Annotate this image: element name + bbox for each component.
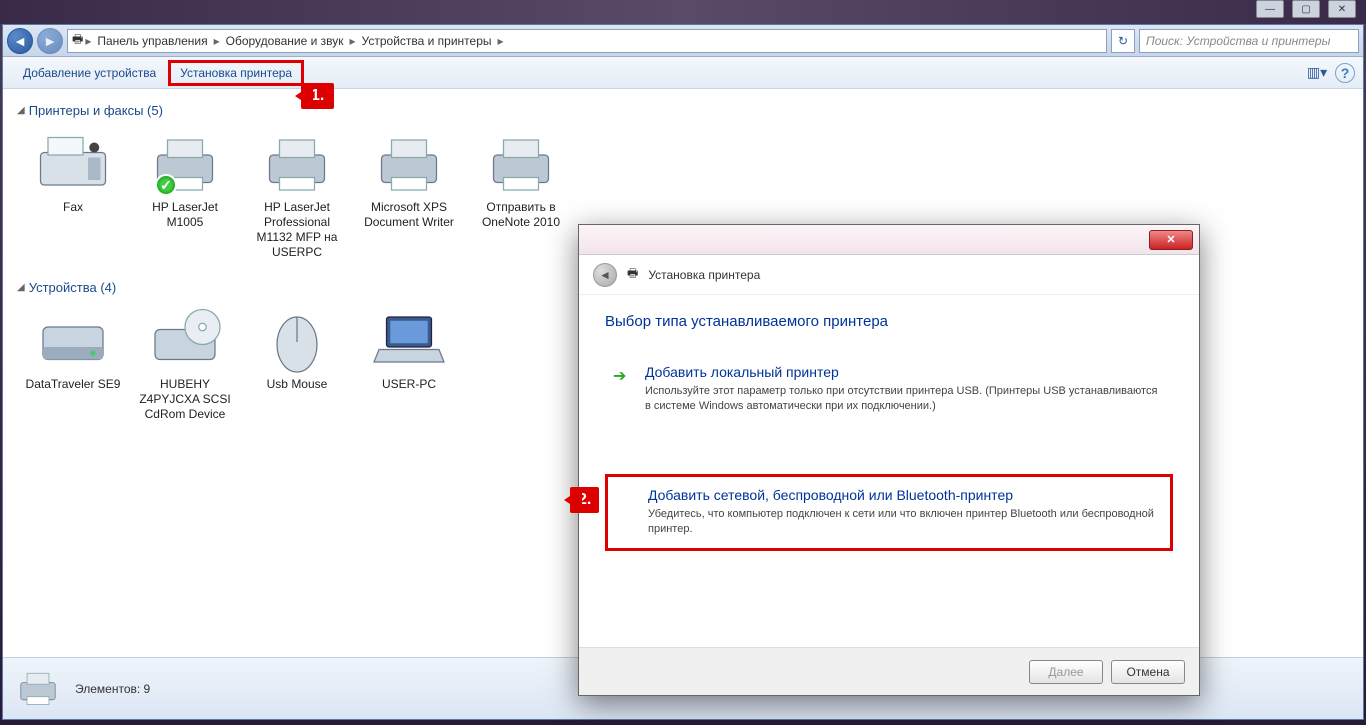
option-title: Добавить сетевой, беспроводной или Bluet… bbox=[648, 487, 1158, 503]
minimize-button[interactable]: — bbox=[1256, 0, 1284, 18]
device-item[interactable]: USER-PC bbox=[353, 305, 465, 426]
group-header-printers[interactable]: ◢ Принтеры и факсы (5) bbox=[7, 97, 1359, 124]
device-label: HUBEHY Z4PYJCXA SCSI CdRom Device bbox=[133, 377, 237, 422]
callout-label-1: 1. bbox=[301, 83, 334, 109]
device-item[interactable]: Отправить в OneNote 2010 bbox=[465, 128, 577, 264]
maximize-button[interactable]: ▢ bbox=[1292, 0, 1320, 18]
search-input[interactable]: Поиск: Устройства и принтеры bbox=[1139, 29, 1359, 53]
option-title: Добавить локальный принтер bbox=[645, 364, 1161, 380]
mouse-icon bbox=[257, 309, 337, 373]
device-item[interactable]: HUBEHY Z4PYJCXA SCSI CdRom Device bbox=[129, 305, 241, 426]
dialog-footer: Далее Отмена bbox=[579, 647, 1199, 695]
device-item[interactable]: DataTraveler SE9 bbox=[17, 305, 129, 426]
device-label: Usb Mouse bbox=[267, 377, 328, 392]
refresh-button[interactable]: ↻ bbox=[1111, 29, 1135, 53]
window-controls: — ▢ ✕ bbox=[1256, 0, 1356, 18]
device-item[interactable]: HP LaserJet Professional M1132 MFP на US… bbox=[241, 128, 353, 264]
drive-icon bbox=[33, 309, 113, 373]
collapse-icon: ◢ bbox=[17, 282, 25, 293]
printer-icon bbox=[257, 132, 337, 196]
device-label: Отправить в OneNote 2010 bbox=[469, 200, 573, 230]
laptop-icon bbox=[369, 309, 449, 373]
printer-icon bbox=[481, 132, 561, 196]
device-label: Microsoft XPS Document Writer bbox=[357, 200, 461, 230]
device-item[interactable]: Microsoft XPS Document Writer bbox=[353, 128, 465, 264]
dialog-heading: Выбор типа устанавливаемого принтера bbox=[605, 313, 1173, 330]
breadcrumb-bar[interactable]: 🖶 ▸ Панель управления ▸ Оборудование и з… bbox=[67, 29, 1107, 53]
close-button[interactable]: ✕ bbox=[1328, 0, 1356, 18]
device-item[interactable]: Fax bbox=[17, 128, 129, 264]
option-local-printer[interactable]: ➔ Добавить локальный принтер Используйте… bbox=[605, 354, 1173, 426]
fax-icon bbox=[33, 132, 113, 196]
device-label: DataTraveler SE9 bbox=[26, 377, 121, 392]
dialog-body: Выбор типа устанавливаемого принтера ➔ Д… bbox=[579, 295, 1199, 647]
add-printer-button[interactable]: Установка принтера bbox=[168, 60, 304, 86]
chevron-right-icon: ▸ bbox=[498, 34, 504, 48]
cancel-button[interactable]: Отмена bbox=[1111, 660, 1185, 684]
callout-label-2: 2. bbox=[570, 487, 599, 513]
chevron-right-icon: ▸ bbox=[350, 34, 356, 48]
dialog-title-text: Установка принтера bbox=[648, 268, 760, 282]
desktop-background-strip: — ▢ ✕ bbox=[0, 0, 1366, 24]
back-button[interactable]: ◄ bbox=[7, 28, 33, 54]
dialog-back-button[interactable]: ◄ bbox=[593, 263, 617, 287]
help-button[interactable]: ? bbox=[1335, 63, 1355, 83]
printer-icon bbox=[369, 132, 449, 196]
arrow-right-icon: ➔ bbox=[613, 366, 626, 386]
add-device-button[interactable]: Добавление устройства bbox=[11, 60, 168, 86]
option-description: Убедитесь, что компьютер подключен к сет… bbox=[648, 507, 1158, 537]
dialog-header: ◄ 🖶 Установка принтера bbox=[579, 255, 1199, 295]
address-bar-row: ◄ ► 🖶 ▸ Панель управления ▸ Оборудование… bbox=[3, 25, 1363, 57]
option-description: Используйте этот параметр только при отс… bbox=[645, 384, 1161, 414]
breadcrumb-item[interactable]: Панель управления bbox=[93, 34, 211, 48]
add-printer-dialog: ✕ ◄ 🖶 Установка принтера Выбор типа уста… bbox=[578, 224, 1200, 696]
device-item[interactable]: Usb Mouse bbox=[241, 305, 353, 426]
folder-icon: 🖶 bbox=[72, 30, 83, 51]
device-label: Fax bbox=[63, 200, 83, 215]
group-title: Принтеры и факсы (5) bbox=[29, 103, 163, 118]
callout-arrow-1: 1. bbox=[301, 83, 334, 109]
option-network-printer[interactable]: 2. Добавить сетевой, беспроводной или Bl… bbox=[605, 474, 1173, 552]
toolbar: Добавление устройства Установка принтера… bbox=[3, 57, 1363, 89]
default-badge-icon: ✓ bbox=[155, 174, 177, 196]
dialog-titlebar[interactable]: ✕ bbox=[579, 225, 1199, 255]
callout-arrow-2: 2. bbox=[570, 487, 599, 513]
status-text: Элементов: 9 bbox=[75, 682, 150, 696]
view-options-button[interactable]: ▥▾ bbox=[1305, 63, 1329, 83]
collapse-icon: ◢ bbox=[17, 105, 25, 116]
printer-icon: ✓ bbox=[145, 132, 225, 196]
cd-icon bbox=[145, 309, 225, 373]
breadcrumb-item[interactable]: Устройства и принтеры bbox=[358, 34, 496, 48]
group-title: Устройства (4) bbox=[29, 280, 117, 295]
chevron-right-icon: ▸ bbox=[214, 34, 220, 48]
next-button[interactable]: Далее bbox=[1029, 660, 1103, 684]
chevron-right-icon: ▸ bbox=[85, 34, 91, 48]
breadcrumb-item[interactable]: Оборудование и звук bbox=[222, 34, 348, 48]
dialog-close-button[interactable]: ✕ bbox=[1149, 230, 1193, 250]
device-item[interactable]: ✓ HP LaserJet M1005 bbox=[129, 128, 241, 264]
printer-icon: 🖶 bbox=[627, 264, 638, 285]
device-label: HP LaserJet Professional M1132 MFP на US… bbox=[245, 200, 349, 260]
device-label: HP LaserJet M1005 bbox=[133, 200, 237, 230]
printer-icon bbox=[13, 667, 63, 711]
device-label: USER-PC bbox=[382, 377, 436, 392]
forward-button[interactable]: ► bbox=[37, 28, 63, 54]
